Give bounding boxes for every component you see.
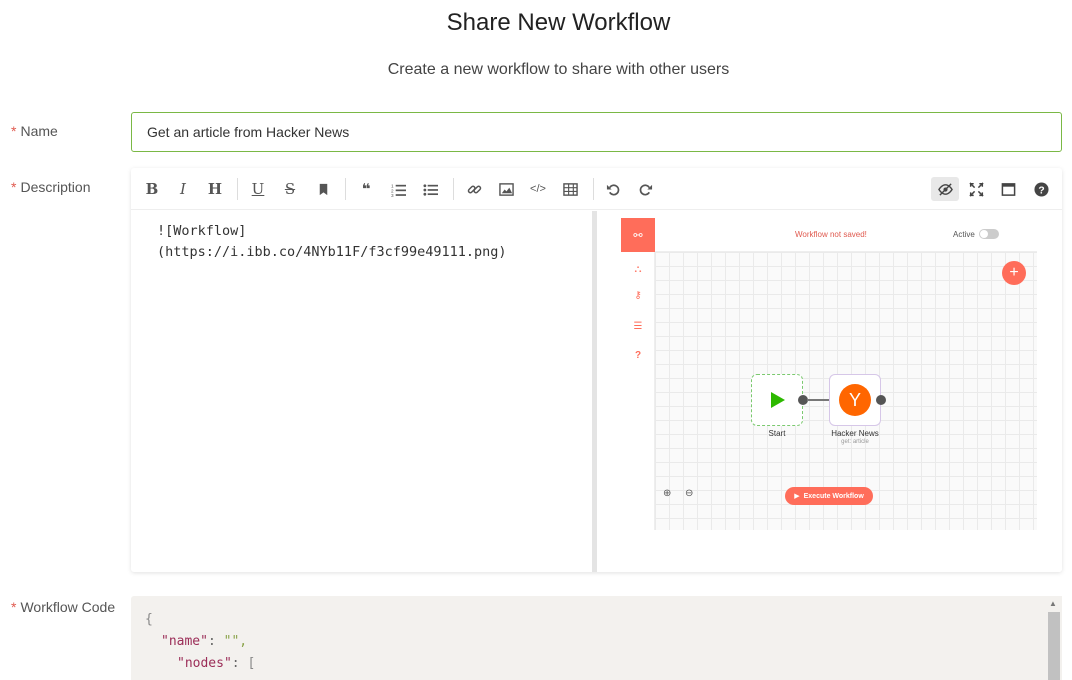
hacker-news-icon: Y [839,384,871,416]
hacker-news-node: Y [829,374,881,426]
side-by-side-icon[interactable] [995,177,1021,201]
workflow-code-label-text: Workflow Code [20,599,116,615]
required-marker: * [11,123,17,139]
page-subtitle: Create a new workflow to share with othe… [387,61,730,78]
key-icon: ⚷ [634,289,642,301]
code-scrollbar-thumb[interactable] [1048,612,1060,680]
underline-icon[interactable]: U [245,177,271,201]
image-icon[interactable] [493,177,519,201]
node-output-dot [876,395,886,405]
workflow-screenshot: ⚯ ⛬ ⚷ ☰ ? Workflow not saved! Active + Y [621,218,1037,530]
description-label: * Description [11,179,90,195]
play-icon [771,392,785,408]
name-label-text: Name [20,123,58,139]
markdown-preview: ⚯ ⛬ ⚷ ☰ ? Workflow not saved! Active + Y [597,211,1062,572]
markdown-line: (https://i.ibb.co/4NYb11F/f3cf99e49111.p… [157,244,507,260]
workflow-status: Workflow not saved! [795,230,867,239]
name-label: * Name [11,123,58,139]
editor-toolbar: B I H U S ❝ 123 </> ? [131,168,1062,210]
table-icon[interactable] [557,177,583,201]
svg-text:?: ? [1038,185,1044,196]
code-line: "nodes": [ [177,656,256,671]
hn-node-label: Hacker News [831,429,879,438]
markdown-text-area[interactable]: ![Workflow] (https://i.ibb.co/4NYb11F/f3… [131,211,592,572]
link-icon[interactable] [461,177,487,201]
node-connection [807,399,829,401]
page-title: Share New Workflow [446,9,671,36]
active-label: Active [953,230,975,239]
list-icon: ☰ [633,320,643,332]
description-label-text: Description [20,179,91,195]
ordered-list-icon[interactable]: 123 [385,177,411,201]
zoom-in-icon: ⊕ [663,488,672,499]
start-node-label: Start [768,429,786,438]
code-line: { [145,612,153,627]
start-node [751,374,803,426]
scroll-up-icon[interactable]: ▲ [1049,599,1057,608]
redo-icon[interactable] [632,177,658,201]
toolbar-divider [593,178,594,200]
markdown-line: ![Workflow] [157,223,247,239]
screenshot-sidebar: ⚯ ⛬ ⚷ ☰ ? [621,218,655,530]
unordered-list-icon[interactable] [417,177,443,201]
workflow-canvas: + Y Start Hacker News get: article ⊕ ⊖ ▶… [655,252,1037,530]
required-marker: * [11,179,17,195]
code-icon[interactable]: </> [525,177,551,201]
active-toggle [979,229,999,239]
workflow-icon: ⛬ [634,263,642,275]
markdown-editor: B I H U S ❝ 123 </> ? ![Workflow] (https… [131,168,1062,572]
toolbar-divider [345,178,346,200]
workflow-code-editor[interactable] [131,596,1062,680]
preview-eye-icon[interactable] [931,177,959,201]
italic-icon[interactable]: I [170,177,196,201]
toolbar-divider [237,178,238,200]
svg-text:3: 3 [391,193,394,197]
hn-node-sublabel: get: article [841,439,869,445]
fullscreen-icon[interactable] [963,177,989,201]
bold-icon[interactable]: B [139,177,165,201]
quote-icon[interactable]: ❝ [353,177,379,201]
toolbar-divider [453,178,454,200]
n8n-logo-icon: ⚯ [621,218,655,252]
execute-workflow-button: ▶ Execute Workflow [785,487,873,505]
strikethrough-icon[interactable]: S [277,177,303,201]
required-marker: * [11,599,17,615]
question-icon: ? [634,349,642,361]
undo-icon[interactable] [600,177,626,201]
screenshot-header: Workflow not saved! Active [655,218,1037,252]
add-node-icon: + [1002,261,1026,285]
zoom-out-icon: ⊖ [685,488,694,499]
name-input[interactable] [131,112,1062,152]
bookmark-icon[interactable] [310,177,336,201]
heading-icon[interactable]: H [202,177,228,201]
workflow-code-label: * Workflow Code [11,599,115,615]
code-line: "name": "", [161,634,248,649]
help-icon[interactable]: ? [1028,177,1054,201]
